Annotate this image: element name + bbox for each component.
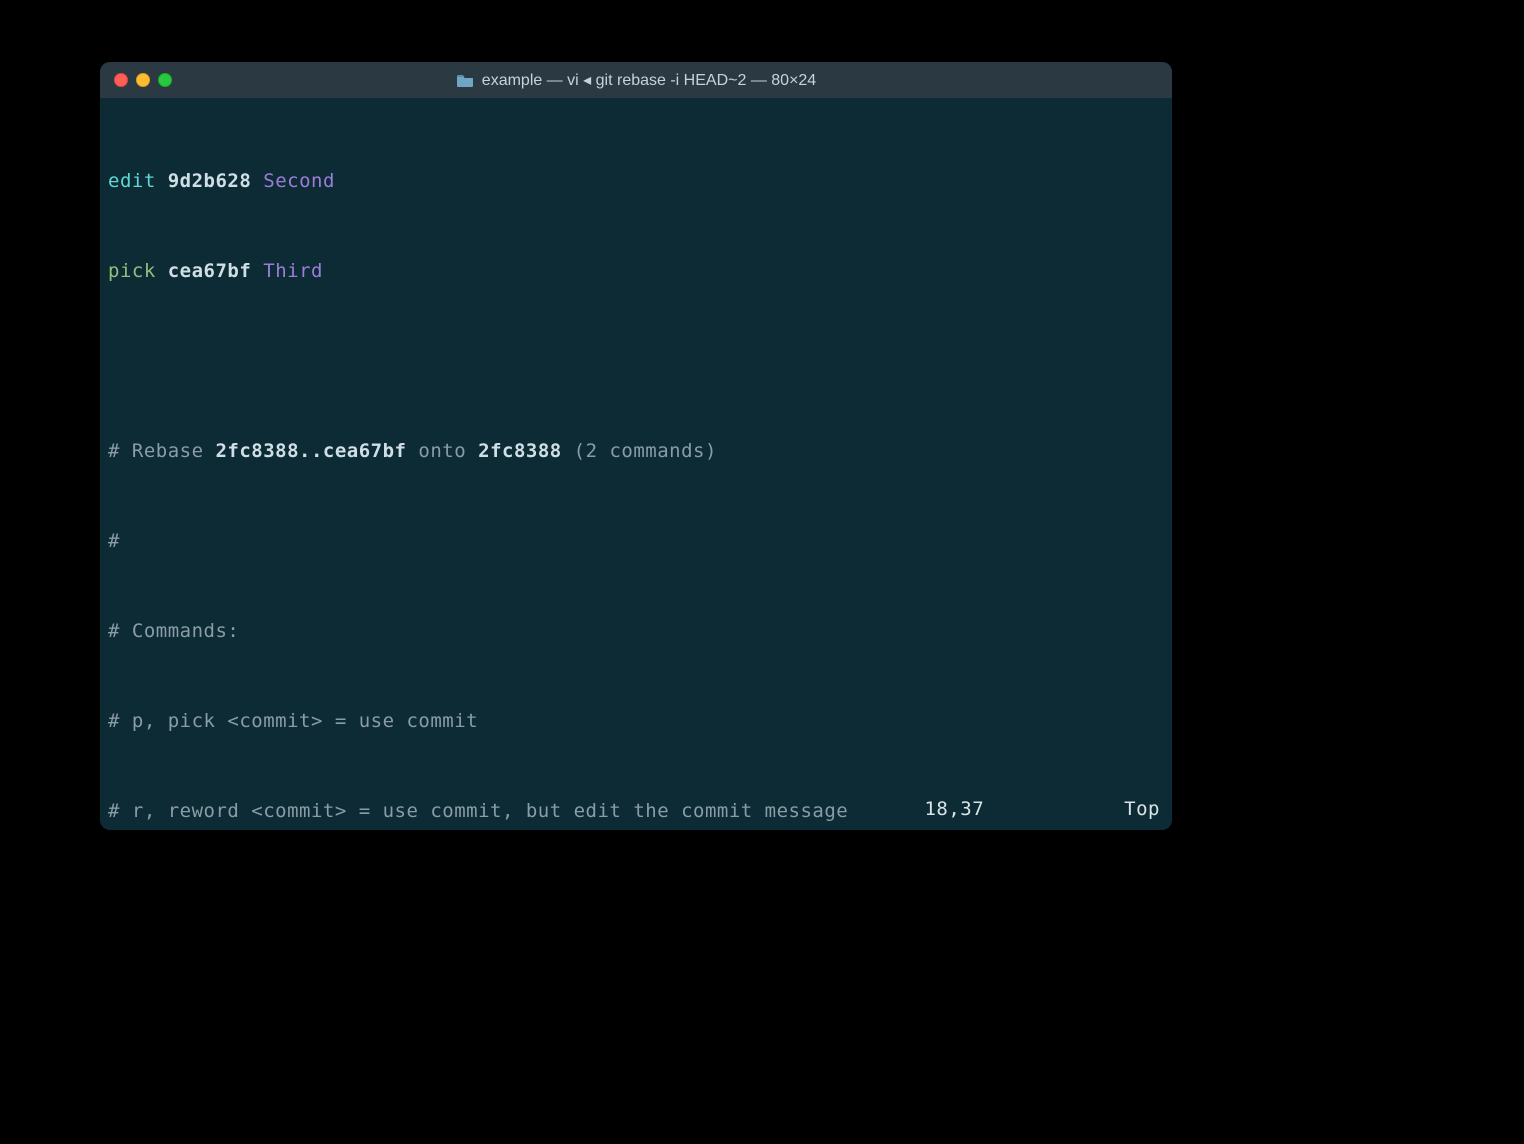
comment-line: # p, pick <commit> = use commit <box>108 706 1164 736</box>
comment-line: # <box>108 526 1164 556</box>
minimize-icon[interactable] <box>136 73 150 87</box>
titlebar: example — vi ◂ git rebase -i HEAD~2 — 80… <box>100 62 1172 98</box>
close-icon[interactable] <box>114 73 128 87</box>
window-title: example — vi ◂ git rebase -i HEAD~2 — 80… <box>482 70 816 90</box>
rebase-todo-line: pick cea67bf Third <box>108 256 1164 286</box>
rebase-todo-line: edit 9d2b628 Second <box>108 166 1164 196</box>
commit-hash: 9d2b628 <box>168 170 252 192</box>
vi-cursor-position: 18,37 <box>924 798 984 820</box>
traffic-lights <box>114 73 172 87</box>
blank-line <box>108 346 1164 376</box>
rebase-command: pick <box>108 260 156 282</box>
rebase-command: edit <box>108 170 156 192</box>
vi-status-line: 18,37 Top <box>112 798 1160 820</box>
commit-subject: Second <box>263 170 335 192</box>
rebase-header: # Rebase 2fc8388..cea67bf onto 2fc8388 (… <box>108 436 1164 466</box>
maximize-icon[interactable] <box>158 73 172 87</box>
terminal-body[interactable]: edit 9d2b628 Second pick cea67bf Third #… <box>100 98 1172 830</box>
folder-icon <box>456 73 474 87</box>
commit-hash: cea67bf <box>168 260 252 282</box>
commit-subject: Third <box>263 260 323 282</box>
comment-line: # Commands: <box>108 616 1164 646</box>
vi-scroll-indicator: Top <box>1124 798 1160 820</box>
terminal-window[interactable]: example — vi ◂ git rebase -i HEAD~2 — 80… <box>100 62 1172 830</box>
